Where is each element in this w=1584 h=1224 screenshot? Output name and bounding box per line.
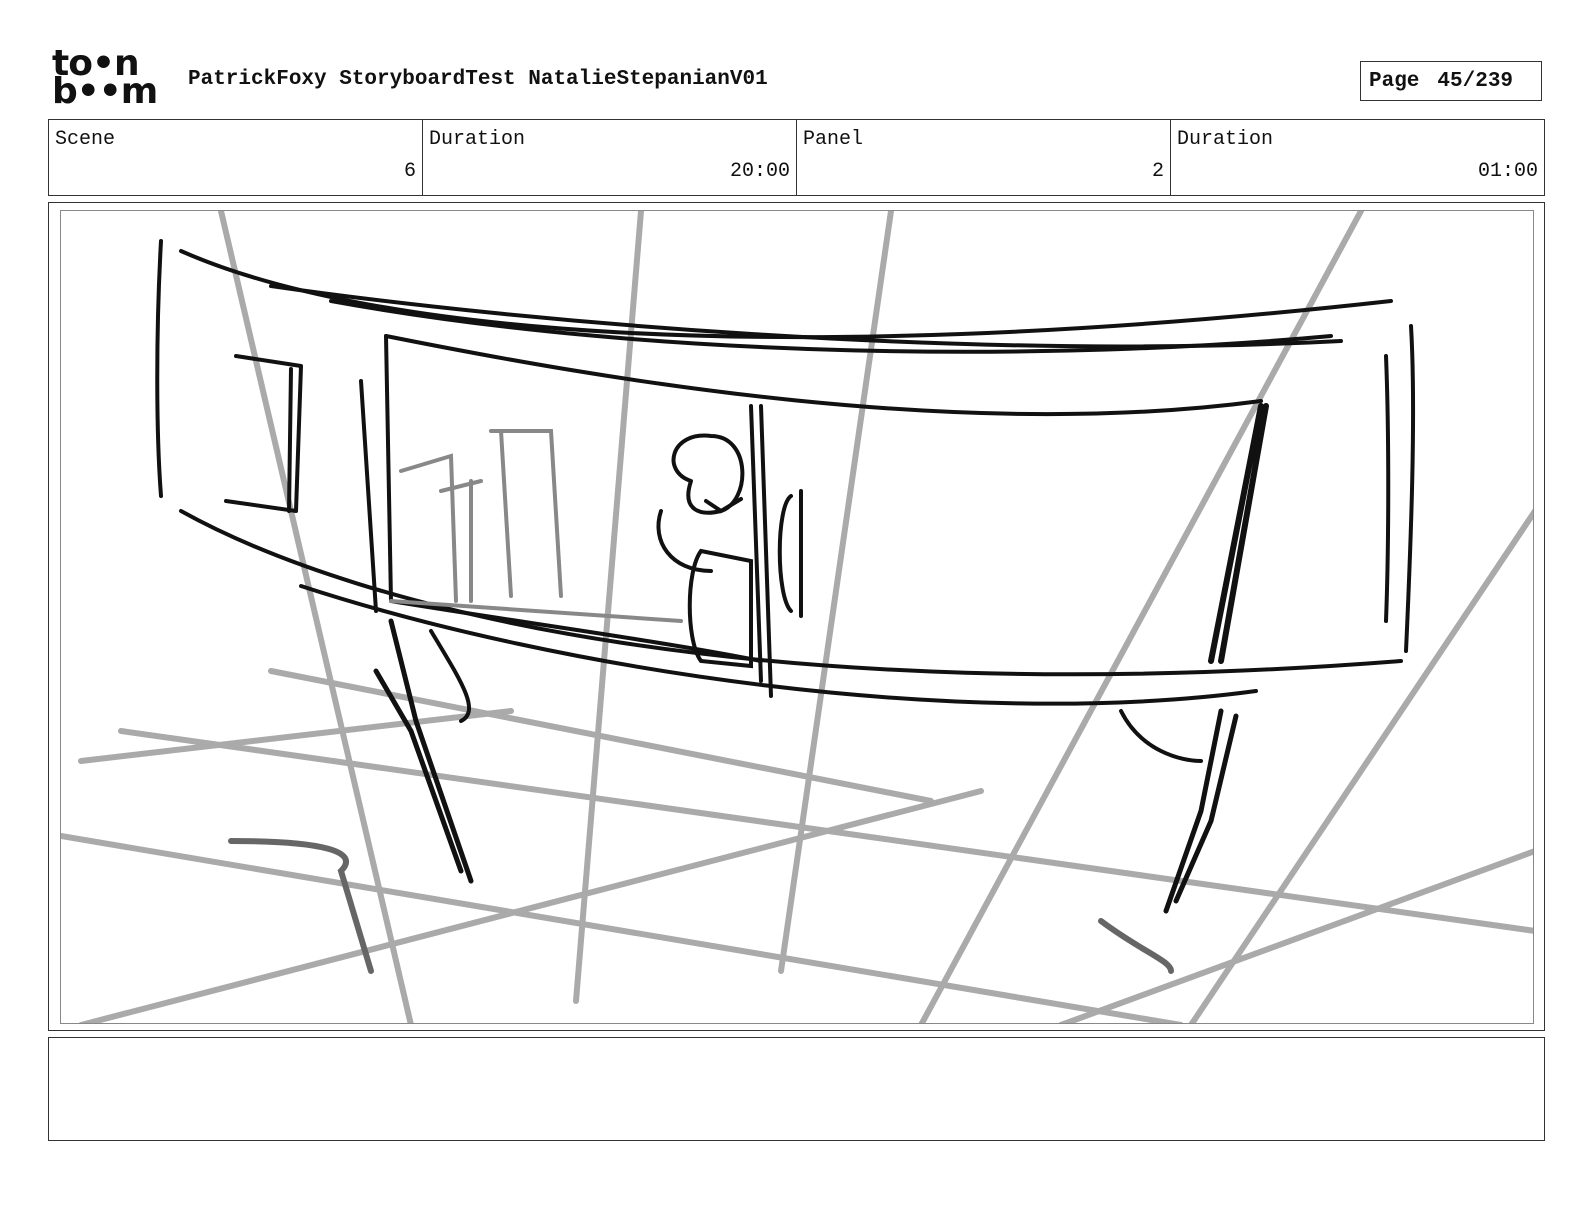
sketch-drawing bbox=[61, 211, 1533, 1023]
side-panel-inner bbox=[287, 367, 293, 513]
guide-line bbox=[1188, 508, 1533, 1023]
window-frame-right-2 bbox=[759, 404, 773, 698]
floor-mark bbox=[228, 838, 374, 974]
document-title: PatrickFoxy StoryboardTest NatalieStepan… bbox=[188, 68, 768, 91]
panel-label: Panel bbox=[803, 128, 864, 151]
interior-seat bbox=[489, 429, 563, 598]
hull-top bbox=[179, 249, 1393, 340]
interior-floor bbox=[389, 599, 683, 623]
scene-duration-cell: Duration 20:00 bbox=[423, 120, 797, 195]
scene-duration-label: Duration bbox=[429, 128, 526, 151]
panel-notes-box bbox=[48, 1037, 1545, 1141]
hull-bottom bbox=[179, 509, 1403, 677]
page-label: Page bbox=[1369, 69, 1420, 93]
panel-duration-cell: Duration 01:00 bbox=[1171, 120, 1544, 195]
guide-line bbox=[61, 833, 1184, 1023]
character-face bbox=[704, 497, 743, 514]
hull-left-inner bbox=[359, 379, 378, 613]
perspective-guides bbox=[61, 211, 1533, 1023]
guide-line bbox=[778, 211, 894, 974]
page-indicator: Page 45/239 bbox=[1360, 61, 1542, 101]
scene-duration-value: 20:00 bbox=[729, 160, 790, 183]
storyboard-panel-image bbox=[60, 210, 1534, 1024]
page-number: 45/239 bbox=[1437, 69, 1514, 93]
panel-duration-label: Duration bbox=[1177, 128, 1274, 151]
fin-right bbox=[1208, 403, 1269, 664]
window-frame-left bbox=[384, 334, 393, 603]
panel-duration-value: 01:00 bbox=[1477, 160, 1538, 183]
interior-seat bbox=[399, 453, 483, 603]
guide-line bbox=[218, 211, 414, 1023]
scene-cell: Scene 6 bbox=[49, 120, 423, 195]
leg-right-fender bbox=[1119, 709, 1203, 763]
toonboom-logo: to•n b••m bbox=[52, 46, 164, 112]
panel-cell: Panel 2 bbox=[797, 120, 1171, 195]
handle bbox=[777, 489, 803, 618]
scene-label: Scene bbox=[55, 128, 116, 151]
hull-right-inner bbox=[1384, 354, 1391, 623]
vehicle-sketch bbox=[155, 239, 1416, 914]
guide-line bbox=[78, 788, 984, 1023]
panel-value: 2 bbox=[1151, 160, 1164, 183]
panel-info-row: Scene 6 Duration 20:00 Panel 2 Duration … bbox=[48, 119, 1545, 196]
floor-mark bbox=[1098, 918, 1174, 974]
scene-value: 6 bbox=[403, 160, 416, 183]
window-sill bbox=[389, 599, 763, 663]
logo-line-2: b••m bbox=[52, 71, 158, 112]
character-sketch bbox=[656, 433, 753, 669]
hull-right bbox=[1404, 324, 1416, 653]
interior-sketch bbox=[389, 429, 683, 623]
character-arm bbox=[656, 509, 713, 573]
leg-left bbox=[373, 618, 474, 884]
hull-left bbox=[155, 239, 163, 498]
